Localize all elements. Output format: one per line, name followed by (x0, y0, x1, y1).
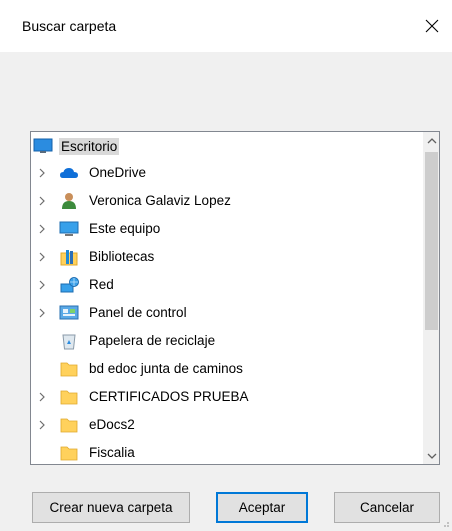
tree-item-panel-de-control[interactable]: Panel de control (31, 299, 423, 327)
tree-item-folder[interactable]: Fiscalia (31, 439, 423, 464)
tree-item-label: CERTIFICADOS PRUEBA (89, 389, 249, 404)
resize-grip-icon[interactable] (440, 518, 450, 528)
browse-folder-dialog: Buscar carpeta Escritorio OneDrive Veron… (0, 0, 452, 531)
chevron-up-icon (427, 137, 436, 143)
cloud-icon (59, 164, 79, 182)
folder-icon (59, 416, 79, 434)
network-icon (59, 276, 79, 294)
folder-icon (59, 360, 79, 378)
tree-item-folder[interactable]: CERTIFICADOS PRUEBA (31, 383, 423, 411)
tree-item-folder[interactable]: eDocs2 (31, 411, 423, 439)
tree-item-red[interactable]: Red (31, 271, 423, 299)
tree-item-papelera[interactable]: Papelera de reciclaje (31, 327, 423, 355)
tree-item-label: Fiscalia (89, 445, 135, 460)
chevron-right-icon[interactable] (35, 222, 49, 236)
tree-item-label: OneDrive (89, 165, 147, 180)
tree-item-este-equipo[interactable]: Este equipo (31, 215, 423, 243)
title-bar: Buscar carpeta (0, 0, 452, 52)
close-icon (425, 19, 439, 33)
tree-item-label: Este equipo (89, 221, 161, 236)
new-folder-button[interactable]: Crear nueva carpeta (32, 492, 190, 523)
close-button[interactable] (418, 12, 446, 40)
tree-item-escritorio[interactable]: Escritorio (31, 132, 423, 160)
tree-item-label: Papelera de reciclaje (89, 333, 216, 348)
tree-item-label: Panel de control (89, 305, 187, 320)
tree-item-label: Red (89, 277, 114, 292)
desktop-icon (33, 137, 53, 155)
chevron-right-icon[interactable] (35, 166, 49, 180)
folder-icon (59, 388, 79, 406)
chevron-right-icon[interactable] (35, 306, 49, 320)
dialog-title: Buscar carpeta (22, 18, 117, 34)
tree-item-label: bd edoc junta de caminos (89, 361, 243, 376)
vertical-scrollbar[interactable] (423, 132, 439, 464)
scroll-up-button[interactable] (423, 132, 439, 149)
control-panel-icon (59, 304, 79, 322)
chevron-right-icon[interactable] (35, 194, 49, 208)
tree-item-label: Veronica Galaviz Lopez (89, 193, 231, 208)
user-icon (59, 192, 79, 210)
library-icon (59, 248, 79, 266)
tree-item-user[interactable]: Veronica Galaviz Lopez (31, 187, 423, 215)
tree-item-bibliotecas[interactable]: Bibliotecas (31, 243, 423, 271)
cancel-button[interactable]: Cancelar (334, 492, 440, 523)
accept-button[interactable]: Aceptar (216, 492, 308, 523)
tree-item-label: eDocs2 (89, 417, 135, 432)
folder-tree[interactable]: Escritorio OneDrive Veronica Galaviz Lop… (30, 131, 440, 465)
scroll-down-button[interactable] (423, 447, 439, 464)
chevron-right-icon[interactable] (35, 390, 49, 404)
scroll-thumb[interactable] (425, 152, 438, 330)
folder-icon (59, 444, 79, 462)
tree-item-label: Escritorio (59, 138, 120, 155)
tree-item-folder[interactable]: bd edoc junta de caminos (31, 355, 423, 383)
recycle-bin-icon (59, 332, 79, 350)
chevron-right-icon[interactable] (35, 250, 49, 264)
chevron-down-icon (427, 453, 436, 459)
chevron-right-icon[interactable] (35, 278, 49, 292)
computer-icon (59, 220, 79, 238)
chevron-right-icon[interactable] (35, 418, 49, 432)
tree-item-label: Bibliotecas (89, 249, 155, 264)
tree-item-onedrive[interactable]: OneDrive (31, 159, 423, 187)
